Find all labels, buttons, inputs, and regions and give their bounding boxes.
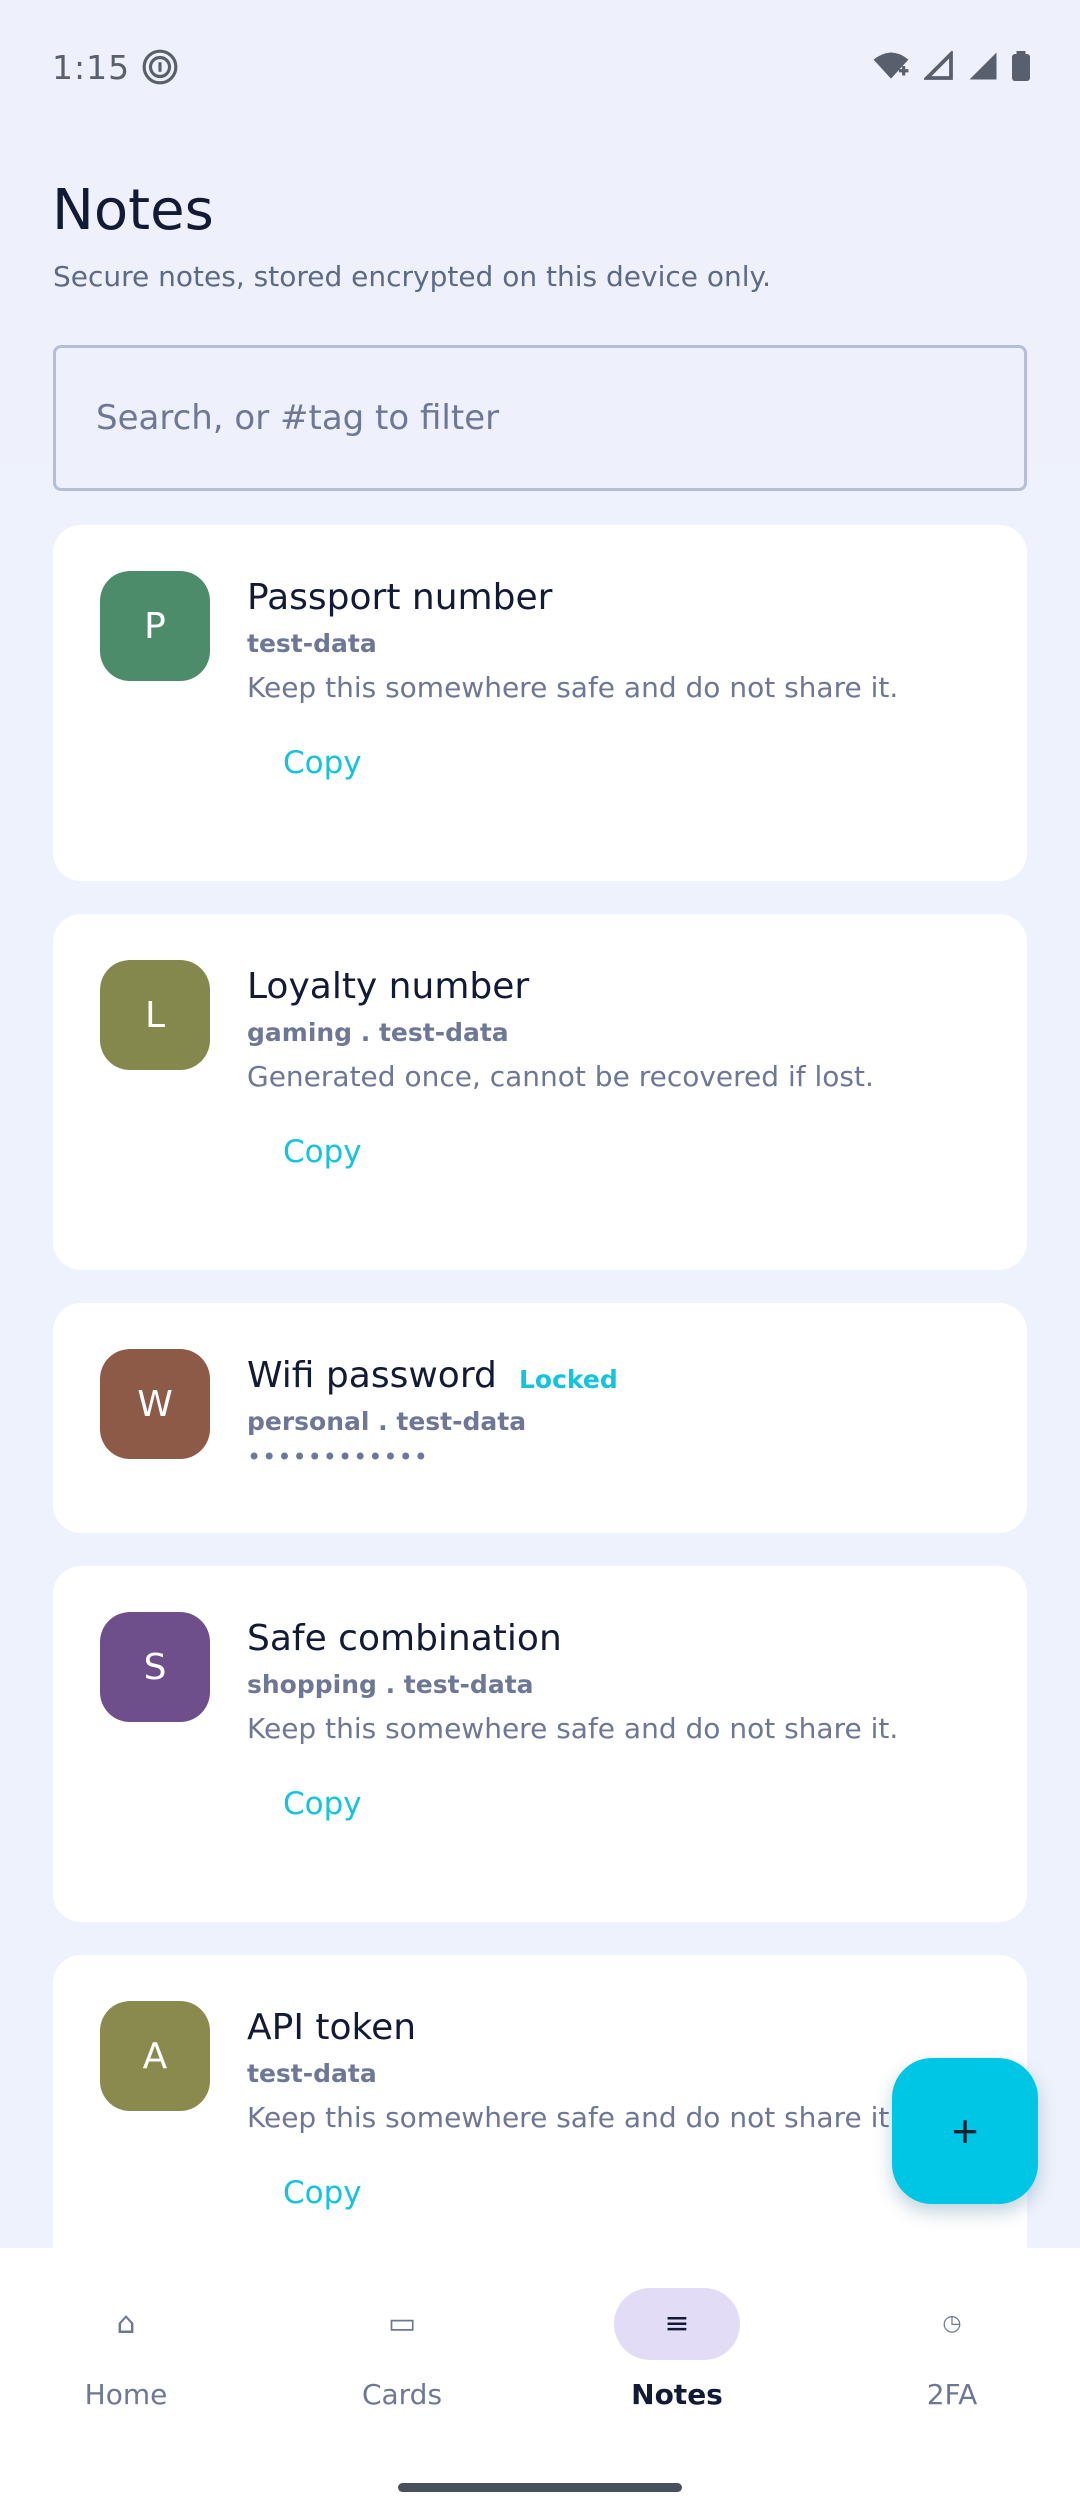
note-card[interactable]: L Loyalty number gaming . test-data Gene… [53, 914, 1027, 1270]
notes-icon: ≡ [664, 2306, 690, 2341]
nav-label: Notes [631, 2378, 723, 2411]
note-title: API token [247, 2007, 417, 2048]
search-input[interactable] [96, 398, 1024, 438]
nav-pill: ⌂ [63, 2288, 189, 2360]
note-card[interactable]: S Safe combination shopping . test-data … [53, 1566, 1027, 1922]
battery-icon [1012, 51, 1030, 81]
note-body: Keep this somewhere safe and do not shar… [247, 1712, 899, 1745]
status-time: 1:15 [52, 48, 131, 87]
note-card[interactable]: P Passport number test-data Keep this so… [53, 525, 1027, 881]
status-bar: 1:15 [0, 0, 1080, 136]
fingerprint-icon [142, 49, 178, 85]
signal-icon [924, 51, 953, 80]
clock-icon: ◷ [942, 2311, 962, 2336]
note-avatar: P [100, 571, 210, 681]
copy-button[interactable]: Copy [283, 745, 362, 781]
note-body: Keep this somewhere safe and do not shar… [247, 671, 899, 704]
bottom-nav: ⌂ Home ▭ Cards ≡ Notes ◷ 2FA [0, 2248, 1080, 2520]
wifi-icon [873, 52, 909, 79]
copy-button[interactable]: Copy [283, 2175, 362, 2211]
note-body: Generated once, cannot be recovered if l… [247, 1060, 874, 1093]
note-tags: gaming . test-data [247, 1018, 509, 1047]
screen: 1:15 Notes Secure notes, stored encrypte… [0, 0, 1080, 2520]
nav-label: Home [84, 2378, 168, 2411]
nav-item-2fa[interactable]: ◷ 2FA [852, 2288, 1052, 2428]
nav-label: 2FA [926, 2378, 978, 2411]
nav-label: Cards [361, 2378, 443, 2411]
note-card[interactable]: W Wifi password Locked personal . test-d… [53, 1303, 1027, 1533]
avatar-initial: P [144, 605, 166, 647]
note-avatar: A [100, 2001, 210, 2111]
page-subtitle: Secure notes, stored encrypted on this d… [53, 260, 772, 293]
copy-button[interactable]: Copy [283, 1786, 362, 1822]
add-note-button[interactable]: + [892, 2058, 1038, 2204]
nav-item-cards[interactable]: ▭ Cards [302, 2288, 502, 2428]
note-tags: test-data [247, 2059, 377, 2088]
note-title: Wifi password [247, 1355, 497, 1396]
nav-pill: ≡ [614, 2288, 740, 2360]
avatar-initial: W [137, 1383, 173, 1425]
avatar-initial: S [143, 1646, 167, 1688]
note-avatar: L [100, 960, 210, 1070]
nav-item-notes[interactable]: ≡ Notes [577, 2288, 777, 2428]
plus-icon: + [951, 2105, 979, 2157]
search-field[interactable] [53, 345, 1027, 491]
note-body: Keep this somewhere safe and do not shar… [247, 2101, 899, 2134]
note-avatar: W [100, 1349, 210, 1459]
avatar-initial: A [142, 2035, 168, 2077]
notes-list: P Passport number test-data Keep this so… [53, 525, 1027, 2344]
note-title: Passport number [247, 577, 553, 618]
locked-badge: Locked [519, 1365, 618, 1394]
home-icon: ⌂ [116, 2306, 136, 2341]
page-title: Notes [52, 178, 214, 243]
home-indicator[interactable] [398, 2483, 682, 2492]
note-tags: personal . test-data [247, 1407, 527, 1436]
avatar-initial: L [144, 994, 166, 1036]
note-masked-content: •••••••••••• [247, 1443, 429, 1471]
nav-pill: ◷ [889, 2288, 1015, 2360]
note-tags: shopping . test-data [247, 1670, 534, 1699]
copy-button[interactable]: Copy [283, 1134, 362, 1170]
nav-item-home[interactable]: ⌂ Home [26, 2288, 226, 2428]
note-title: Safe combination [247, 1618, 562, 1659]
note-title: Loyalty number [247, 966, 530, 1007]
status-icons [872, 50, 1030, 82]
signal-full-icon [969, 52, 997, 80]
note-avatar: S [100, 1612, 210, 1722]
card-icon: ▭ [387, 2306, 417, 2341]
nav-pill: ▭ [339, 2288, 465, 2360]
note-tags: test-data [247, 629, 377, 658]
